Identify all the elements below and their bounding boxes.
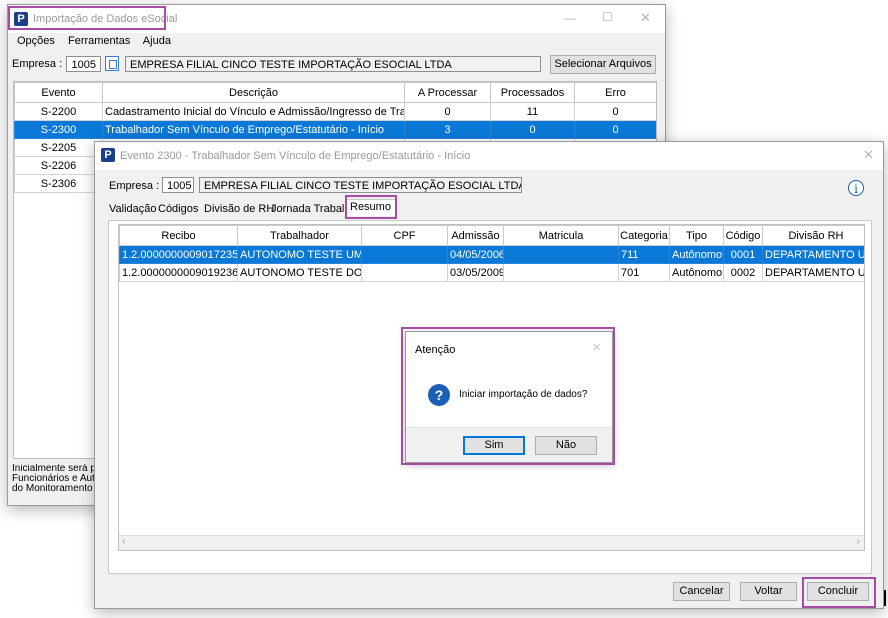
close-icon[interactable]: ✕ [640,10,651,26]
event-titlebar: P Evento 2300 - Trabalhador Sem Vínculo … [95,142,883,170]
table-cell [503,245,619,264]
info-icon[interactable]: i [848,180,864,196]
table-row[interactable]: S-2200 Cadastramento Inicial do Vínculo e… [14,102,656,121]
back-button[interactable]: Voltar [740,582,797,601]
event-empresa-name-field: EMPRESA FILIAL CINCO TESTE IMPORTAÇÃO ES… [199,177,522,193]
table-cell: Autônomo [669,263,724,282]
app-logo-icon: P [14,12,28,26]
table-cell: S-2300 [14,120,103,139]
close-icon[interactable]: ✕ [863,147,874,163]
table-cell [361,263,448,282]
table-cell: S-2200 [14,102,103,121]
table-cell: 3 [404,120,491,139]
column-header[interactable]: Divisão RH [762,225,864,246]
event-window-title: Evento 2300 - Trabalhador Sem Vínculo de… [120,150,471,162]
footer-note: Inicialmente será po Funcionários e Autô… [12,464,107,494]
horizontal-scrollbar[interactable]: ‹ › [119,535,864,550]
table-cell: 0001 [723,245,763,264]
table-cell: 0 [404,102,491,121]
confirm-dialog: Atenção ✕ ? Iniciar importação de dados?… [405,331,613,463]
table-cell: 1.2.0000000009019236502 [119,263,238,282]
column-header[interactable]: Tipo [669,225,724,246]
column-header[interactable]: CPF [361,225,448,246]
menu-ajuda[interactable]: Ajuda [143,35,171,47]
table-cell: 11 [490,102,575,121]
column-header[interactable]: Trabalhador [237,225,362,246]
table-cell: 1.2.0000000009017235512 [119,245,238,264]
table-cell: 0002 [723,263,763,282]
minimize-icon[interactable]: — [564,11,576,25]
tab-jornada-trabalho[interactable]: Jornada Trabalho [271,203,357,215]
dialog-title: Atenção [415,344,456,356]
column-header[interactable]: Código [723,225,763,246]
table-cell: Cadastramento Inicial do Vínculo e Admis… [102,102,405,121]
table-cell: Autônomo [669,245,724,264]
menu-opcoes[interactable]: Opções [17,35,55,47]
column-header[interactable]: Processados [490,82,575,103]
table-cell: 04/05/2006 [447,245,504,264]
table-cell: 0 [490,120,575,139]
table-cell: S-2205 [14,138,103,157]
tab-validacao[interactable]: Validação [109,203,157,215]
empresa-name-field: EMPRESA FILIAL CINCO TESTE IMPORTAÇÃO ES… [125,56,541,72]
main-titlebar: P Importação de Dados eSocial — ☐ ✕ [8,5,665,33]
column-header[interactable]: Admissão [447,225,504,246]
dialog-message: Iniciar importação de dados? [459,389,588,400]
table-cell: S-2206 [14,156,103,175]
text-cursor [884,590,886,606]
table-cell: AUTONOMO TESTE DOIS ... [237,263,362,282]
lookup-button[interactable] [105,56,119,71]
tab-strip: Validação Códigos Divisão de RH Jornada … [109,199,509,218]
dialog-button-bar: Sim Não [406,427,612,462]
menu-ferramentas[interactable]: Ferramentas [68,35,130,47]
table-cell: AUTONOMO TESTE UM FI... [237,245,362,264]
table-cell: Trabalhador Sem Vínculo de Emprego/Estat… [102,120,405,139]
empresa-code-field[interactable]: 1005 [66,56,101,72]
table-row[interactable]: 1.2.0000000009019236502AUTONOMO TESTE DO… [119,263,864,282]
table-cell: 03/05/2009 [447,263,504,282]
resumo-header-row: Recibo Trabalhador CPF Admissão Matricula Cat… [119,225,864,246]
column-header[interactable]: Descrição [102,82,405,103]
column-header[interactable]: Recibo [119,225,238,246]
event-empresa-code-field: 1005 [162,177,194,193]
table-cell: DEPARTAMENTO UN [762,263,864,282]
table-cell: 711 [618,245,670,264]
dialog-close-icon[interactable]: ✕ [592,341,601,354]
table-cell: DEPARTAMENTO UN [762,245,864,264]
tab-codigos[interactable]: Códigos [158,203,198,215]
column-header[interactable]: Matricula [503,225,619,246]
column-header[interactable]: Evento [14,82,103,103]
table-cell: 0 [574,102,656,121]
table-row[interactable]: 1.2.0000000009017235512AUTONOMO TESTE UM… [119,245,864,264]
scroll-right-icon[interactable]: › [857,536,860,547]
maximize-icon[interactable]: ☐ [602,10,613,24]
empresa-label: Empresa : [12,58,63,70]
lookup-icon [109,60,117,69]
tab-resumo[interactable]: Resumo [345,199,396,216]
event-empresa-label: Empresa : [109,180,160,192]
table-cell [503,263,619,282]
tab-divisao-rh[interactable]: Divisão de RH [204,203,274,215]
events-header-row: Evento Descrição A Processar Processados Err… [14,82,656,103]
app-logo-icon: P [101,148,115,162]
finish-button[interactable]: Concluir [807,582,869,601]
table-cell: S-2306 [14,174,103,193]
table-cell: 701 [618,263,670,282]
select-files-button[interactable]: Selecionar Arquivos [550,55,656,74]
resumo-table: Recibo Trabalhador CPF Admissão Matricula Cat… [119,225,864,282]
cancel-button[interactable]: Cancelar [673,582,730,601]
column-header[interactable]: Categoria [618,225,670,246]
table-cell: 0 [574,120,656,139]
table-row[interactable]: S-2300 Trabalhador Sem Vínculo de Emprego… [14,120,656,139]
footer-line: do Monitoramento d [12,483,101,494]
scroll-left-icon[interactable]: ‹ [122,536,125,547]
yes-button[interactable]: Sim [463,436,525,455]
table-cell [361,245,448,264]
question-icon: ? [428,384,450,406]
no-button[interactable]: Não [535,436,597,455]
column-header[interactable]: Erro [574,82,656,103]
main-window-title: Importação de Dados eSocial [33,13,178,25]
column-header[interactable]: A Processar [404,82,491,103]
main-menubar: Opções Ferramentas Ajuda [17,35,171,49]
